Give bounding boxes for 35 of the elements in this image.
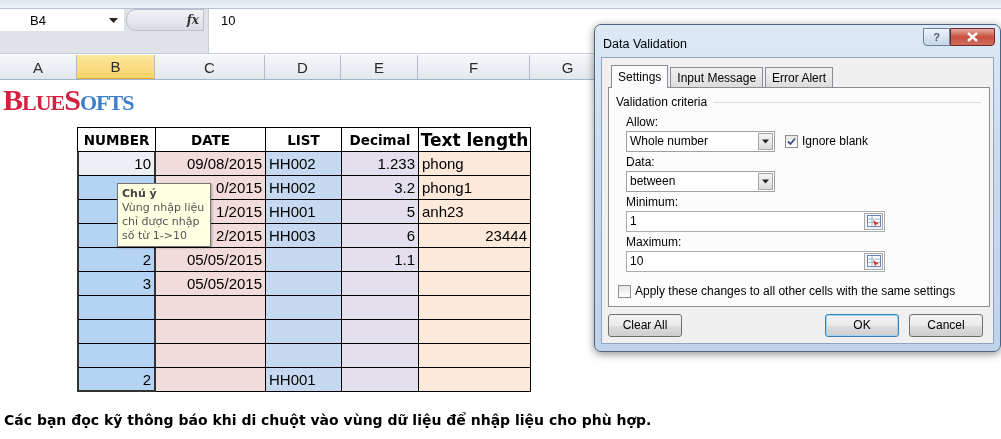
- column-heading: LIST: [266, 128, 342, 152]
- column-heading: DATE: [156, 128, 266, 152]
- logo: BLUESOFTS: [3, 86, 134, 114]
- tooltip-title: Chú ý: [122, 187, 158, 201]
- field-label: Minimum:: [626, 195, 679, 210]
- table-cell: 6: [342, 224, 419, 248]
- table-cell: 5: [342, 200, 419, 224]
- dialog-title: Data Validation: [603, 37, 687, 51]
- column-heading: NUMBER: [78, 128, 156, 152]
- field-label: Allow:: [626, 115, 659, 130]
- table-cell: HH002: [266, 176, 342, 200]
- group-label: Validation criteria: [616, 95, 708, 109]
- table-cell: 09/08/2015: [156, 152, 266, 176]
- column-heading: Text length: [419, 128, 531, 152]
- column-heading: Decimal: [342, 128, 419, 152]
- table-cell: HH001: [266, 368, 342, 392]
- field-label: Maximum:: [626, 235, 683, 250]
- table-cell: 10: [77, 152, 156, 176]
- table-cell: 05/05/2015: [156, 272, 266, 296]
- table-cell: 05/05/2015: [156, 248, 266, 272]
- table-cell: HH003: [266, 224, 342, 248]
- table-cell: 2: [77, 368, 156, 392]
- table-cell: 1.233: [342, 152, 419, 176]
- table-cell: 23444: [419, 224, 531, 248]
- table-cell: HH001: [266, 200, 342, 224]
- table-cell: 3: [77, 272, 156, 296]
- table-cell: 2: [77, 248, 156, 272]
- table-cell: 3.2: [342, 176, 419, 200]
- field-label: Data:: [626, 155, 656, 170]
- note-text: Các bạn đọc kỹ thông báo khi di chuột vào vùng dữ liệu để nhập liệu cho phù hợp.: [4, 412, 652, 428]
- table-cell: HH002: [266, 152, 342, 176]
- table-cell: anh23: [419, 200, 531, 224]
- table-cell: 1.1: [342, 248, 419, 272]
- table-cell: phong1: [419, 176, 531, 200]
- table-cell: phong: [419, 152, 531, 176]
